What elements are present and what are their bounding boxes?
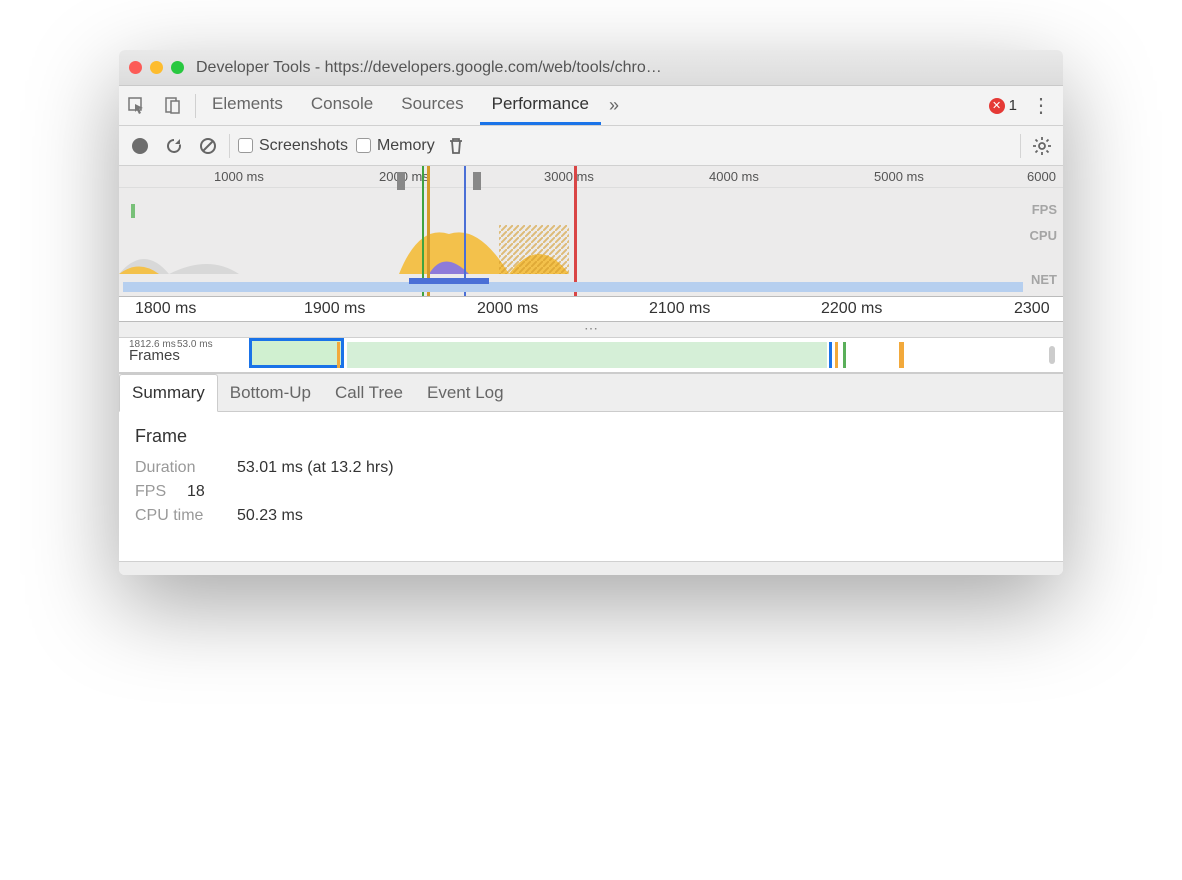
tick-label: 2100 ms [649,300,710,318]
frame-time: 53.0 ms [177,339,213,350]
track-net-label: NET [1031,272,1057,287]
selection-right[interactable] [574,166,577,296]
inspect-icon[interactable] [119,92,155,120]
tab-sources[interactable]: Sources [389,86,475,125]
error-indicator[interactable]: ✕ 1 [989,97,1017,114]
selection-left[interactable] [427,166,430,296]
stat-value: 18 [187,483,205,501]
cpu-activity [399,219,579,274]
close-icon[interactable] [129,61,142,74]
perf-toolbar: Screenshots Memory [119,126,1063,166]
track-fps-label: FPS [1032,202,1057,217]
frame-marker [899,342,904,368]
minimize-icon[interactable] [150,61,163,74]
net-strip [409,278,489,284]
tick-label: 6000 [1027,169,1056,184]
window-titlebar[interactable]: Developer Tools - https://developers.goo… [119,50,1063,86]
tick-label: 3000 ms [544,169,594,184]
divider [195,94,196,118]
garbage-collect-icon[interactable] [443,133,469,159]
overview-timeline[interactable]: 1000 ms 2000 ms 3000 ms 4000 ms 5000 ms … [119,166,1063,296]
frame-marker [337,342,340,368]
frame-selected[interactable] [249,338,344,368]
tab-performance[interactable]: Performance [480,86,601,125]
screenshots-label: Screenshots [259,137,348,155]
device-toggle-icon[interactable] [155,92,191,120]
error-icon: ✕ [989,98,1005,114]
tick-label: 2300 [1014,300,1050,318]
stat-value: 53.01 ms (at 13.2 hrs) [237,459,394,477]
divider [229,134,230,158]
stat-duration: Duration 53.01 ms (at 13.2 hrs) [135,459,1047,477]
screenshots-checkbox[interactable]: Screenshots [238,137,348,155]
tab-event-log[interactable]: Event Log [415,375,516,411]
statusbar [119,561,1063,575]
zoom-icon[interactable] [171,61,184,74]
frame-block[interactable] [347,342,827,368]
detail-tabs: Summary Bottom-Up Call Tree Event Log [119,374,1063,412]
devtools-tabbar: Elements Console Sources Performance » ✕… [119,86,1063,126]
clear-icon[interactable] [195,133,221,159]
devtools-window: Developer Tools - https://developers.goo… [119,50,1063,575]
cpu-activity [119,224,279,274]
tab-summary[interactable]: Summary [119,374,218,412]
tab-call-tree[interactable]: Call Tree [323,375,415,411]
stat-fps: FPS 18 [135,483,1047,501]
error-count: 1 [1009,97,1017,114]
range-handle[interactable] [397,172,405,190]
stat-cpu-time: CPU time 50.23 ms [135,507,1047,525]
memory-checkbox[interactable]: Memory [356,137,435,155]
detail-title: Frame [135,426,1047,447]
stat-label: FPS [135,483,175,501]
tick-label: 1000 ms [214,169,264,184]
stat-value: 50.23 ms [237,507,303,525]
stat-label: CPU time [135,507,225,525]
fps-bar [131,204,135,218]
frame-marker [835,342,838,368]
marker-line [464,166,466,296]
detail-ruler[interactable]: 1800 ms 1900 ms 2000 ms 2100 ms 2200 ms … [119,296,1063,322]
frame-marker [843,342,846,368]
divider [1020,134,1021,158]
collapse-handle[interactable]: ⋯ [119,322,1063,338]
frames-track[interactable]: Frames 1812.6 ms 53.0 ms 250.2 ms [119,338,1063,374]
reload-icon[interactable] [161,133,187,159]
track-cpu-label: CPU [1030,228,1057,243]
summary-panel: Frame Duration 53.01 ms (at 13.2 hrs) FP… [119,412,1063,561]
tick-label: 2000 ms [477,300,538,318]
traffic-lights [129,61,184,74]
net-strip [123,282,1023,292]
tick-label: 5000 ms [874,169,924,184]
kebab-menu-icon[interactable]: ⋮ [1025,93,1057,118]
tab-bottom-up[interactable]: Bottom-Up [218,375,323,411]
tick-label: 1800 ms [135,300,196,318]
scrollbar-thumb[interactable] [1049,346,1055,364]
window-title: Developer Tools - https://developers.goo… [196,59,662,77]
marker-line [422,166,424,296]
panel-tabs: Elements Console Sources Performance [200,86,601,125]
settings-icon[interactable] [1029,133,1055,159]
frame-marker [829,342,832,368]
checkbox-icon [238,138,253,153]
memory-label: Memory [377,137,435,155]
tab-elements[interactable]: Elements [200,86,295,125]
overview-ruler: 1000 ms 2000 ms 3000 ms 4000 ms 5000 ms … [119,166,1063,188]
tick-label: 2200 ms [821,300,882,318]
checkbox-icon [356,138,371,153]
frame-time: 1812.6 ms [129,339,176,350]
tick-label: 4000 ms [709,169,759,184]
tick-label: 1900 ms [304,300,365,318]
record-button[interactable] [127,133,153,159]
more-tabs-icon[interactable]: » [601,95,627,116]
stat-label: Duration [135,459,225,477]
tab-console[interactable]: Console [299,86,385,125]
range-handle[interactable] [473,172,481,190]
